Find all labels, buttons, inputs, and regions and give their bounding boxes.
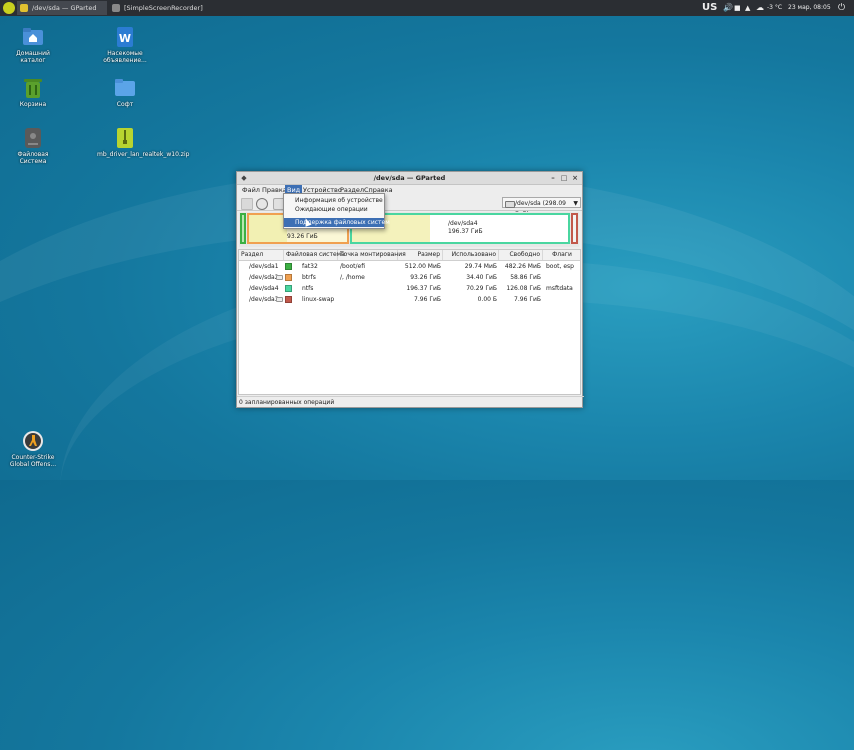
network-icon[interactable]: ▲	[745, 0, 750, 16]
keyboard-layout[interactable]: US	[702, 0, 717, 16]
partition-table: Раздел Файловая система Точка монтирован…	[238, 249, 581, 395]
gparted-icon	[20, 4, 28, 12]
drive-icon	[23, 128, 43, 148]
menu-file[interactable]: Файл	[240, 185, 262, 195]
table-row[interactable]: /dev/sda2 btrfs /, /home 93.26 ГиБ 34.40…	[239, 272, 580, 283]
power-icon[interactable]: ⏻	[838, 0, 845, 16]
fs-color-swatch	[285, 296, 292, 303]
camera-icon[interactable]: ■	[734, 0, 741, 16]
clock[interactable]: 23 мар, 08:05	[788, 0, 831, 16]
map-sda3[interactable]	[571, 213, 578, 244]
volume-icon[interactable]: 🔊	[723, 0, 733, 16]
desktop-icon-archive[interactable]: mb_driver_lan_realtek_w10.zip	[97, 128, 189, 158]
menu-item-pending-ops[interactable]: Ожидающие операции	[284, 205, 384, 214]
desktop-icon-trash[interactable]: Корзина	[5, 78, 61, 108]
col-flags[interactable]: Флаги	[543, 250, 580, 260]
svg-text:W: W	[119, 32, 131, 45]
folder-icon	[115, 78, 135, 98]
table-header: Раздел Файловая система Точка монтирован…	[239, 250, 580, 261]
table-row[interactable]: /dev/sda4 ntfs 196.37 ГиБ 70.29 ГиБ 126.…	[239, 283, 580, 294]
delete-icon[interactable]	[256, 198, 268, 210]
start-menu-icon[interactable]	[3, 2, 15, 14]
desktop-icon-document[interactable]: W Насекомые объявление...	[97, 27, 153, 64]
desktop-icon-soft[interactable]: Софт	[97, 78, 153, 108]
table-row[interactable]: /dev/sda1 fat32 /boot/efi 512.00 МиБ 29.…	[239, 261, 580, 272]
col-partition[interactable]: Раздел	[239, 250, 284, 260]
col-size[interactable]: Размер	[398, 250, 443, 260]
game-icon	[23, 431, 43, 451]
word-document-icon: W	[115, 27, 135, 47]
col-mountpoint[interactable]: Точка монтирования	[338, 250, 406, 260]
key-icon	[276, 275, 283, 280]
disk-icon	[505, 201, 515, 208]
desktop-icon-home[interactable]: Домашний каталог	[5, 27, 61, 64]
trash-icon	[23, 78, 43, 98]
menu-item-fs-support[interactable]: Поддержка файловых систем	[284, 218, 390, 227]
key-icon	[276, 297, 283, 302]
title-bar[interactable]: ◆ /dev/sda — GParted – □ ×	[237, 172, 582, 185]
chevron-down-icon: ▼	[573, 200, 578, 207]
fs-color-swatch	[285, 274, 292, 281]
table-row[interactable]: /dev/sda3 linux-swap 7.96 ГиБ 0.00 Б 7.9…	[239, 294, 580, 305]
col-free[interactable]: Свободно	[499, 250, 543, 260]
desktop-icon-csgo[interactable]: Counter-Strike Global Offens...	[5, 431, 61, 468]
recorder-icon	[112, 4, 120, 12]
col-used[interactable]: Использовано	[443, 250, 499, 260]
weather-icon[interactable]: ☁	[756, 0, 764, 16]
new-partition-icon[interactable]	[241, 198, 253, 210]
col-filesystem[interactable]: Файловая система	[284, 250, 345, 260]
window-menu-icon[interactable]: ◆	[239, 173, 249, 183]
weather-temp: -3 °C	[767, 4, 783, 11]
maximize-button[interactable]: □	[559, 173, 569, 183]
home-folder-icon	[23, 27, 43, 47]
taskbar: /dev/sda — GParted [SimpleScreenRecorder…	[0, 0, 854, 16]
task-gparted[interactable]: /dev/sda — GParted	[17, 1, 107, 15]
map-sda1[interactable]	[240, 213, 246, 244]
fs-color-swatch	[285, 263, 292, 270]
device-selector[interactable]: /dev/sda (298.09 ГиБ) ▼	[502, 197, 581, 218]
menu-item-device-info[interactable]: Информация об устройстве	[284, 196, 384, 205]
archive-icon	[115, 128, 135, 148]
task-screenrecorder[interactable]: [SimpleScreenRecorder]	[109, 1, 289, 15]
fs-color-swatch	[285, 285, 292, 292]
status-bar: 0 запланированных операций	[237, 396, 584, 408]
window-title: /dev/sda — GParted	[373, 174, 446, 182]
view-menu-dropdown: Информация об устройстве Ожидающие опера…	[283, 193, 390, 229]
minimize-button[interactable]: –	[548, 173, 558, 183]
desktop-icon-filesystem[interactable]: Файловая Система	[5, 128, 61, 165]
close-button[interactable]: ×	[570, 173, 580, 183]
